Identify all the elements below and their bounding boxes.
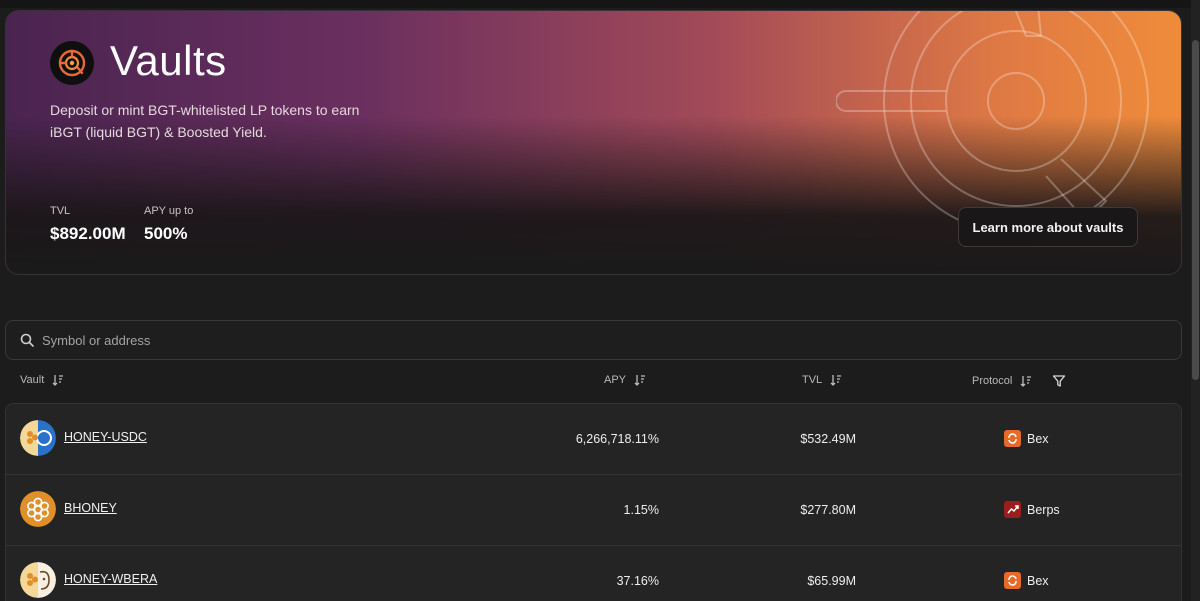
tvl-value: $65.99M	[807, 574, 856, 588]
vaults-logo-icon	[50, 41, 94, 85]
search-icon	[20, 333, 34, 347]
column-label-apy: APY	[604, 374, 627, 386]
protocol-name: Bex	[1027, 431, 1049, 446]
column-header-vault[interactable]: Vault	[20, 374, 64, 386]
bex-icon	[1004, 572, 1021, 589]
column-label-protocol: Protocol	[972, 375, 1013, 387]
apy-stat-value: 500%	[144, 224, 188, 243]
browser-top-bar	[0, 0, 1200, 8]
table-row[interactable]: HONEY-USDC 6,266,718.11% $532.49M Bex	[6, 404, 1181, 475]
target-icon	[58, 49, 86, 77]
vault-link[interactable]: HONEY-USDC	[64, 430, 147, 444]
learn-more-button[interactable]: Learn more about vaults	[958, 207, 1138, 247]
scrollbar-thumb[interactable]	[1192, 40, 1199, 380]
honey-wbera-token-icon	[20, 562, 56, 598]
column-label-tvl: TVL	[802, 374, 823, 386]
protocol-cell: Bex	[1004, 572, 1049, 589]
search-input[interactable]	[42, 332, 642, 348]
table-row[interactable]: HONEY-WBERA 37.16% $65.99M Bex	[6, 546, 1181, 601]
vault-link[interactable]: HONEY-WBERA	[64, 572, 157, 586]
apy-value: 1.15%	[623, 503, 659, 517]
search-bar[interactable]	[5, 320, 1182, 360]
sort-icon[interactable]	[634, 374, 646, 386]
table-row[interactable]: BHONEY 1.15% $277.80M Berps	[6, 475, 1181, 546]
page-description: Deposit or mint BGT-whitelisted LP token…	[50, 102, 360, 140]
tvl-value: $277.80M	[800, 503, 856, 517]
apy-stat-label: APY up to	[144, 205, 194, 217]
bex-icon	[1004, 430, 1021, 447]
page-title: Vaults	[110, 37, 227, 84]
tvl-stat-label: TVL	[50, 205, 71, 217]
apy-value: 6,266,718.11%	[575, 432, 659, 446]
protocol-cell: Berps	[1004, 501, 1060, 518]
tvl-stat-value: $892.00M	[50, 224, 126, 243]
filter-icon[interactable]	[1052, 374, 1066, 388]
protocol-name: Berps	[1027, 502, 1060, 517]
honey-usdc-token-icon	[20, 420, 56, 456]
sort-icon[interactable]	[830, 374, 842, 386]
column-header-protocol[interactable]: Protocol	[972, 374, 1066, 388]
column-label-vault: Vault	[20, 374, 45, 386]
sort-icon[interactable]	[1020, 375, 1032, 387]
sort-icon[interactable]	[52, 374, 64, 386]
vaults-hero-banner: Vaults Deposit or mint BGT-whitelisted L…	[5, 10, 1182, 275]
apy-value: 37.16%	[616, 574, 659, 588]
page-scrollbar[interactable]	[1191, 0, 1200, 601]
vault-link[interactable]: BHONEY	[64, 501, 117, 515]
protocol-cell: Bex	[1004, 430, 1049, 447]
vaults-table: HONEY-USDC 6,266,718.11% $532.49M Bex BH…	[5, 403, 1182, 601]
protocol-name: Bex	[1027, 573, 1049, 588]
column-header-apy[interactable]: APY	[604, 374, 646, 386]
berps-icon	[1004, 501, 1021, 518]
column-header-tvl[interactable]: TVL	[802, 374, 842, 386]
bhoney-token-icon	[20, 491, 56, 527]
tvl-value: $532.49M	[800, 432, 856, 446]
